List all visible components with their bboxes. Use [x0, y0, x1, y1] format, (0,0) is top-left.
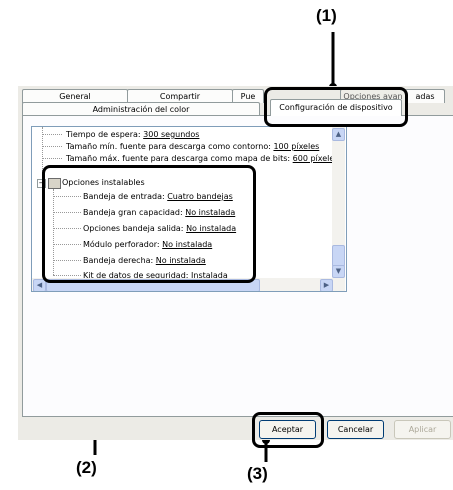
- tab-opciones-avanzadas-end[interactable]: adas: [405, 89, 445, 103]
- vertical-scroll-thumb[interactable]: [332, 245, 345, 267]
- tab-configuracion-dispositivo[interactable]: Configuración de dispositivo: [270, 99, 402, 116]
- tree-item-value[interactable]: 100 píxeles: [273, 142, 319, 151]
- highlight-box-2: [42, 165, 256, 283]
- highlight-box-3: [252, 412, 324, 448]
- tree-connector: [42, 146, 62, 147]
- scroll-down-icon[interactable]: ▼: [332, 265, 345, 278]
- tree-item-tiempo-espera[interactable]: Tiempo de espera: 300 segundos: [66, 129, 199, 140]
- tree-item-value[interactable]: 300 segundos: [143, 130, 199, 139]
- tab-puertos[interactable]: Pue: [232, 89, 264, 103]
- tab-administracion-color[interactable]: Administración del color: [22, 102, 260, 116]
- tree-item-tamano-min[interactable]: Tamaño mín. fuente para descarga como co…: [66, 141, 319, 152]
- tab-compartir[interactable]: Compartir: [127, 89, 233, 103]
- tree-item-tamano-max[interactable]: Tamaño máx. fuente para descarga como ma…: [66, 153, 334, 164]
- cancel-button[interactable]: Cancelar: [327, 420, 384, 439]
- apply-button[interactable]: Aplicar: [394, 420, 451, 439]
- tree-item-value[interactable]: 600 píxele: [293, 154, 335, 163]
- tree-connector: [42, 134, 62, 135]
- scroll-up-icon[interactable]: ▲: [332, 128, 345, 141]
- tree-connector: [42, 158, 62, 159]
- scroll-right-icon[interactable]: ▶: [320, 279, 333, 291]
- tab-general[interactable]: General: [22, 89, 128, 103]
